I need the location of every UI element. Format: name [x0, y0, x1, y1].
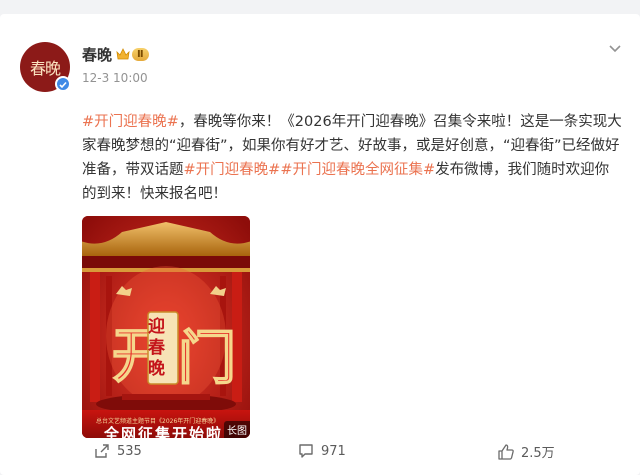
avatar-text: 春晚 [29, 59, 61, 78]
share-icon [95, 444, 109, 458]
post-content: #开门迎春晚#，春晚等你来！《2026年开门迎春晚》召集令来啦！这是一条实现大家… [82, 110, 622, 206]
action-bar: 535 971 2.5万 [0, 432, 640, 472]
chevron-down-icon[interactable] [606, 40, 624, 58]
verified-icon [55, 76, 71, 92]
hashtag-link[interactable]: #开门迎春晚# [82, 114, 179, 130]
comment-count: 971 [321, 443, 346, 459]
share-count: 535 [117, 443, 142, 459]
post-time[interactable]: 12-3 10:00 [82, 71, 148, 85]
post-image[interactable]: 开 门 迎春晚 总台文艺频道主题节目《2026年开门迎春晚》 全网征集开始啦 长… [82, 216, 250, 438]
comment-icon [299, 444, 313, 458]
hashtag-link[interactable]: #开门迎春晚# [184, 162, 281, 178]
like-count: 2.5万 [521, 446, 555, 461]
author-name[interactable]: 春晚 [82, 44, 112, 65]
level-badge: Ⅱ [132, 47, 149, 61]
poster-title: 迎春晚 [148, 316, 165, 379]
comment-button[interactable]: 971 [297, 442, 346, 460]
svg-text:门: 门 [178, 326, 236, 391]
weibo-post-card: 春晚 春晚 Ⅱ 12-3 10:00 #开门迎春晚#，春晚等你来！《2026年开… [0, 14, 640, 475]
like-button[interactable]: 2.5万 [497, 442, 555, 461]
crown-icon [116, 48, 130, 60]
like-icon [498, 443, 514, 460]
hashtag-link[interactable]: #开门迎春晚全网征集# [280, 162, 435, 178]
member-badge[interactable]: Ⅱ [116, 46, 149, 62]
share-button[interactable]: 535 [93, 442, 142, 460]
